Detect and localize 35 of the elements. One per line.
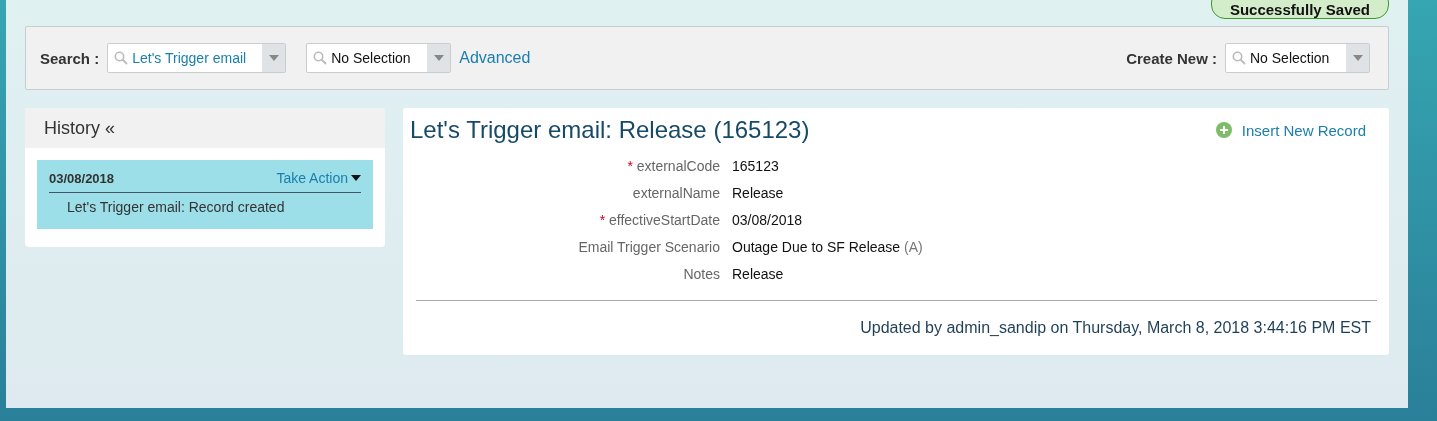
caret-icon [268, 55, 279, 61]
record-title: Let's Trigger email: Release (165123) [410, 116, 810, 144]
caret-icon [433, 55, 444, 61]
caret-icon [1352, 55, 1363, 61]
select-field[interactable]: No Selection [1225, 43, 1370, 73]
field-label: externalName [631, 185, 720, 201]
select-field[interactable]: No Selection [306, 43, 452, 73]
entry-text: Let's Trigger email: Record created [67, 199, 286, 215]
history-entry[interactable]: 03/08/2018 Take Action Let's Trigger email: Record created [37, 160, 373, 229]
search-icon [313, 51, 328, 65]
field-value: Release [732, 266, 785, 282]
field-value: Outage Due to SF Release (A) [732, 239, 924, 255]
search-icon [114, 51, 129, 65]
create-new-label: Create New : [1126, 49, 1217, 67]
dropdown-button[interactable] [1346, 44, 1369, 72]
field-value: 165123 [732, 158, 780, 174]
field-label: * effectiveStartDate [598, 212, 720, 228]
caret-icon [351, 175, 361, 181]
search-icon [1232, 51, 1246, 65]
plus-icon [1215, 122, 1232, 138]
insert-record-button[interactable]: Insert New Record [1215, 121, 1377, 139]
history-header[interactable]: History « [25, 108, 385, 148]
success-toast: Successfully Saved [1210, 0, 1389, 19]
entry-date: 03/08/2018 [49, 170, 115, 186]
field-value: 03/08/2018 [732, 212, 804, 228]
field-label: Email Trigger Scenario [577, 239, 720, 255]
field-label: * externalCode [626, 158, 720, 174]
field-value: Release [732, 185, 785, 201]
advanced-link[interactable]: Advanced [459, 49, 531, 67]
select-field[interactable]: Let's Trigger email [107, 43, 287, 73]
field-label: Notes [682, 266, 720, 282]
dropdown-button[interactable] [262, 44, 286, 72]
dropdown-button[interactable] [427, 44, 451, 72]
search-label: Search : [40, 49, 100, 67]
updated-info: Updated by admin_sandip on Thursday, March 8, 2018 3:44:16 PM EST [860, 319, 1371, 337]
